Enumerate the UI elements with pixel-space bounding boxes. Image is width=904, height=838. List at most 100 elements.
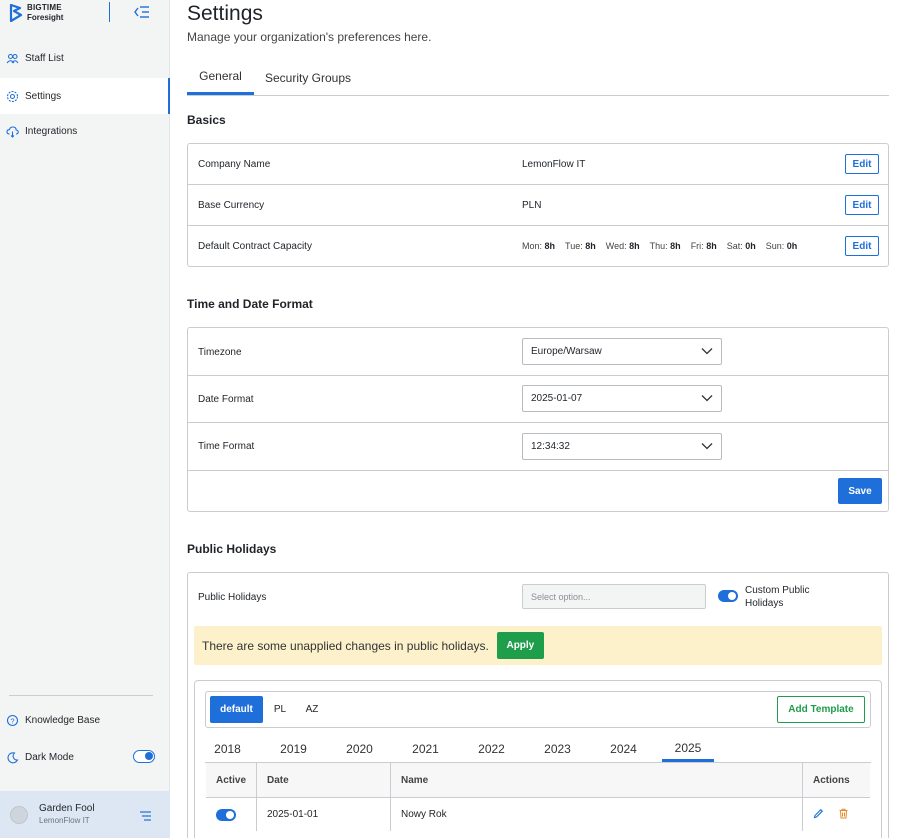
sidebar-item-settings[interactable]: Settings (0, 78, 170, 114)
edit-company-name-button[interactable]: Edit (845, 154, 879, 174)
save-button[interactable]: Save (838, 478, 882, 504)
template-tab-pl[interactable]: PL (268, 696, 292, 723)
sidebar-item-label: Knowledge Base (25, 714, 101, 726)
capacity-fri: Fri: 8h (690, 241, 717, 251)
sidebar-item-knowledge-base[interactable]: ? Knowledge Base (0, 702, 170, 738)
custom-holidays-label: Custom Public Holidays (745, 585, 810, 609)
chevron-down-icon (701, 348, 713, 355)
row-active-cell (206, 797, 257, 831)
tab-security-groups[interactable]: Security Groups (262, 60, 354, 95)
capacity-mon: Mon: 8h (522, 241, 556, 251)
year-tab-2025[interactable]: 2025 (662, 736, 714, 762)
settings-tabs: General Security Groups (187, 60, 889, 96)
add-template-button[interactable]: Add Template (777, 696, 865, 723)
gear-icon (6, 90, 19, 103)
date-format-row: Date Format 2025-01-07 (188, 376, 888, 423)
edit-base-currency-button[interactable]: Edit (845, 195, 879, 215)
custom-holidays-toggle[interactable] (718, 590, 738, 602)
public-holidays-label: Public Holidays (198, 592, 267, 603)
user-profile[interactable]: Garden Fool LemonFlow IT (0, 791, 170, 838)
timezone-select[interactable]: Europe/Warsaw (522, 338, 722, 365)
timezone-value: Europe/Warsaw (531, 346, 602, 357)
chevron-down-icon (701, 395, 713, 402)
user-menu-icon[interactable] (140, 811, 151, 824)
time-format-row: Time Format 12:34:32 (188, 423, 888, 471)
help-icon: ? (6, 714, 19, 727)
column-header-date: Date (257, 763, 391, 797)
company-name-label: Company Name (198, 159, 271, 170)
holiday-templates-panel: default PL AZ Add Template 2018 2019 202… (194, 680, 882, 838)
base-currency-row: Base Currency PLN Edit (188, 185, 888, 226)
sidebar: BIGTIME Foresight Staff List Settings In… (0, 0, 170, 838)
capacity-sun: Sun: 0h (765, 241, 798, 251)
edit-pencil-icon[interactable] (813, 808, 824, 822)
template-tab-az[interactable]: AZ (300, 696, 324, 723)
contract-capacity-row: Default Contract Capacity Mon: 8h Tue: 8h… (188, 226, 888, 266)
trash-icon[interactable] (838, 808, 849, 822)
holiday-active-toggle[interactable] (216, 808, 236, 821)
sidebar-item-label: Staff List (25, 52, 64, 64)
time-date-card: Timezone Europe/Warsaw Date Format 2025-… (187, 327, 889, 512)
date-format-label: Date Format (198, 394, 254, 405)
edit-contract-capacity-button[interactable]: Edit (845, 236, 879, 256)
collapse-menu-icon (134, 6, 149, 18)
capacity-wed: Wed: 8h (605, 241, 640, 251)
company-name-value: LemonFlow IT (522, 159, 586, 170)
sidebar-item-label: Integrations (25, 125, 78, 137)
time-format-label: Time Format (198, 441, 255, 452)
sidebar-item-integrations[interactable]: Integrations (0, 113, 170, 149)
time-format-value: 12:34:32 (531, 441, 570, 452)
date-format-select[interactable]: 2025-01-07 (522, 385, 722, 412)
moon-icon (6, 751, 19, 764)
svg-text:?: ? (10, 716, 14, 725)
year-tab-2023[interactable]: 2023 (538, 736, 577, 762)
capacity-thu: Thu: 8h (649, 241, 681, 251)
year-tab-2021[interactable]: 2021 (406, 736, 445, 762)
holidays-table: Active Date Name Actions 2025-01-01 Nowy… (205, 762, 871, 831)
company-name-row: Company Name LemonFlow IT Edit (188, 144, 888, 185)
column-header-actions: Actions (803, 763, 870, 797)
base-currency-label: Base Currency (198, 200, 265, 211)
contract-capacity-values: Mon: 8h Tue: 8h Wed: 8h Thu: 8h Fri: 8h Sat: … (522, 241, 807, 252)
template-tab-default[interactable]: default (210, 696, 263, 723)
capacity-tue: Tue: 8h (565, 241, 596, 251)
contract-capacity-label: Default Contract Capacity (198, 241, 312, 252)
year-tab-2019[interactable]: 2019 (274, 736, 313, 762)
year-tab-2018[interactable]: 2018 (208, 736, 247, 762)
column-header-name: Name (391, 763, 803, 797)
basics-section-title: Basics (187, 113, 226, 127)
timezone-label: Timezone (198, 347, 242, 358)
time-format-select[interactable]: 12:34:32 (522, 433, 722, 460)
tab-general[interactable]: General (187, 60, 254, 95)
sidebar-divider (9, 695, 153, 696)
cloud-icon (6, 125, 19, 138)
public-holidays-card: Public Holidays Select option... Custom … (187, 572, 889, 838)
collapse-sidebar-button[interactable] (133, 4, 151, 20)
sidebar-item-dark-mode[interactable]: Dark Mode (0, 739, 170, 775)
public-holidays-select[interactable]: Select option... (522, 584, 706, 609)
chevron-down-icon (701, 443, 713, 450)
timezone-row: Timezone Europe/Warsaw (188, 328, 888, 376)
brand-subname: Foresight (27, 13, 64, 22)
brand-logo[interactable]: BIGTIME Foresight (9, 3, 63, 23)
year-tab-2024[interactable]: 2024 (604, 736, 643, 762)
base-currency-value: PLN (522, 200, 542, 211)
template-tabs: default PL AZ Add Template (205, 691, 871, 728)
basics-card: Company Name LemonFlow IT Edit Base Curr… (187, 143, 889, 267)
year-tab-2022[interactable]: 2022 (472, 736, 511, 762)
year-tab-2020[interactable]: 2020 (340, 736, 379, 762)
unapplied-changes-alert: There are some unapplied changes in publ… (194, 626, 882, 665)
page-title: Settings (187, 2, 263, 25)
user-name: Garden Fool (39, 802, 95, 814)
sidebar-item-staff-list[interactable]: Staff List (0, 40, 170, 76)
row-date-cell: 2025-01-01 (257, 797, 391, 831)
brand-name: BIGTIME (27, 3, 62, 12)
avatar (10, 805, 28, 824)
users-icon (6, 52, 19, 65)
dark-mode-toggle[interactable] (133, 750, 155, 763)
capacity-sat: Sat: 0h (726, 241, 756, 251)
sidebar-item-label: Settings (25, 90, 62, 102)
column-header-active: Active (206, 763, 257, 797)
sidebar-item-label: Dark Mode (25, 751, 74, 763)
apply-button[interactable]: Apply (496, 632, 544, 659)
